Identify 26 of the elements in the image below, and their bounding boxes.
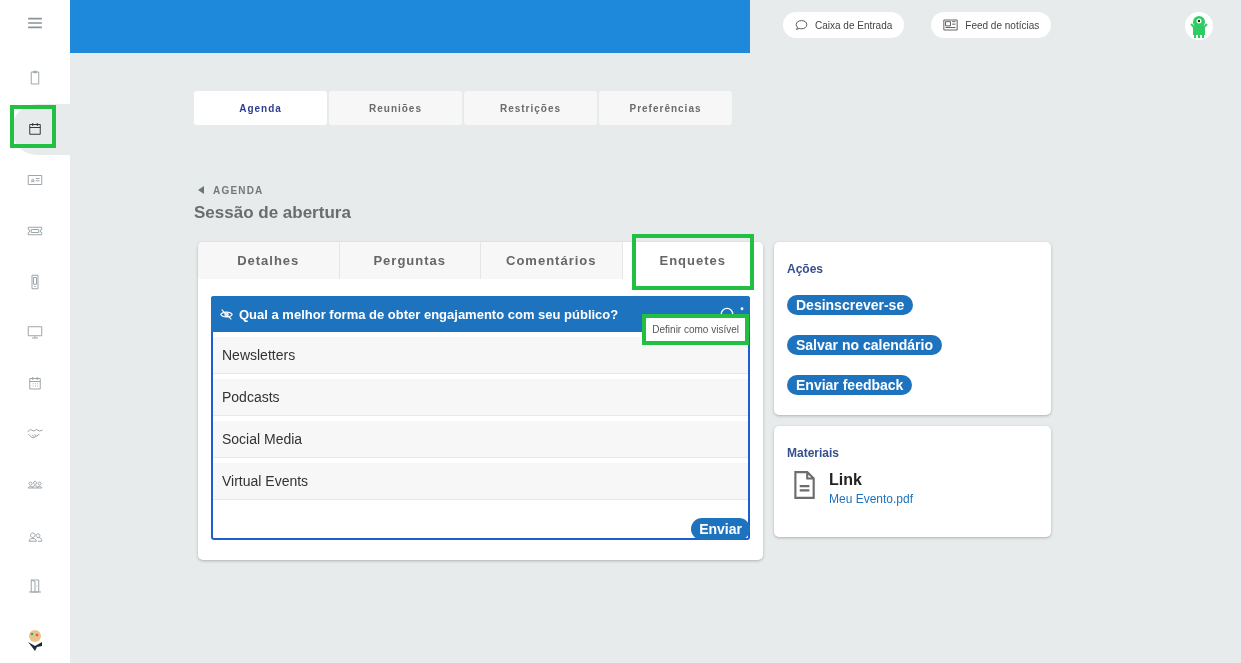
action-button[interactable]: Salvar no calendário xyxy=(787,335,942,355)
card-title: Ações xyxy=(787,262,825,276)
nav-tab[interactable]: Agenda xyxy=(194,91,327,125)
poll-option[interactable]: Newsletters xyxy=(213,337,748,374)
nav-tab[interactable]: Reuniões xyxy=(329,91,462,125)
top-button[interactable]: Feed de notícias xyxy=(931,12,1052,38)
page-title: Sessão de abertura xyxy=(194,203,352,224)
session-tab[interactable]: Detalhes xyxy=(198,242,340,279)
card-title: Materiais xyxy=(787,446,841,460)
session-tab[interactable]: Enquetes xyxy=(622,242,763,279)
poll-option[interactable]: Podcasts xyxy=(213,379,748,416)
action-button[interactable]: Desinscrever-se xyxy=(787,295,914,315)
session-tab[interactable]: Comentários xyxy=(481,242,623,279)
top-button[interactable]: Caixa de Entrada xyxy=(783,12,905,38)
session-tab[interactable]: Perguntas xyxy=(339,242,481,279)
submit-button[interactable]: Enviar xyxy=(691,518,750,540)
tooltip: Definir como visível xyxy=(642,314,749,345)
action-button[interactable]: Enviar feedback xyxy=(787,375,913,395)
material-title: Link xyxy=(829,471,863,489)
poll-question: Qual a melhor forma de obter engajamento com seu público? xyxy=(239,306,620,322)
poll-option[interactable]: Social Media xyxy=(213,421,748,458)
breadcrumb-link[interactable]: AGENDA xyxy=(213,184,264,196)
file-link[interactable]: Meu Evento.pdf xyxy=(829,492,914,506)
poll-option[interactable]: Virtual Events xyxy=(213,463,748,500)
nav-tab[interactable]: Restrições xyxy=(464,91,597,125)
nav-tab[interactable]: Preferências xyxy=(599,91,732,125)
